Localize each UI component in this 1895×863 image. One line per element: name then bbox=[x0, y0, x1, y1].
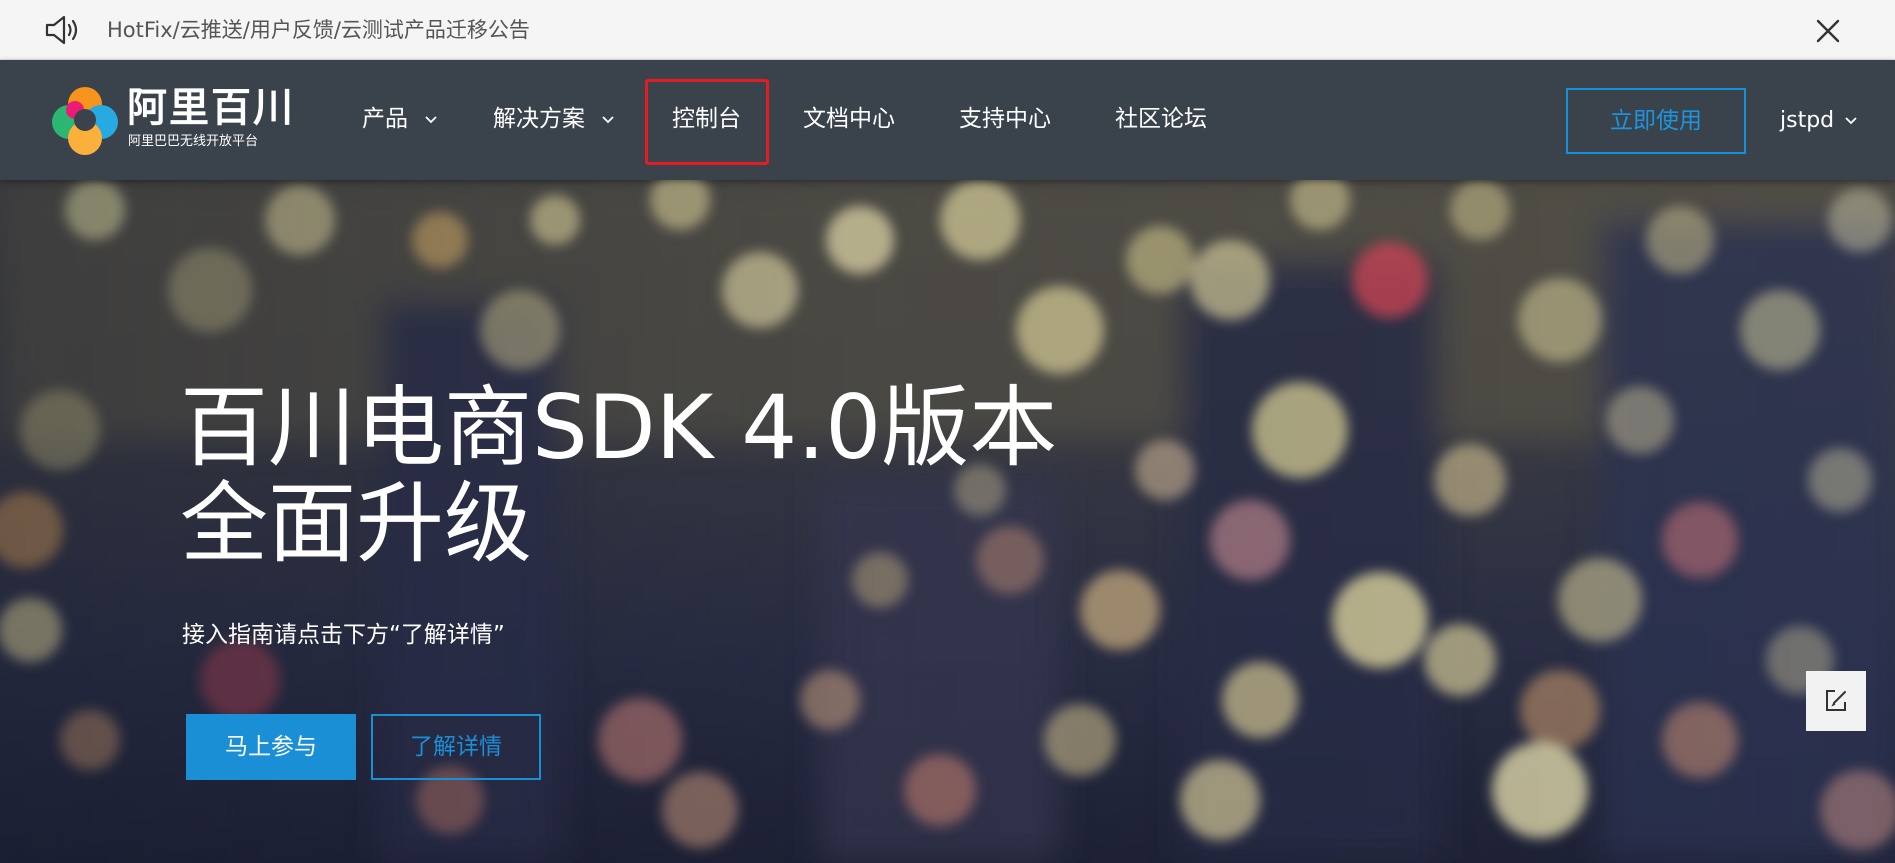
logo-mark-icon bbox=[52, 87, 118, 155]
nav-item-solutions[interactable]: 解决方案 bbox=[493, 102, 614, 136]
nav-item-label: 文档中心 bbox=[803, 106, 895, 132]
announcement-text[interactable]: HotFix/云推送/用户反馈/云测试产品迁移公告 bbox=[107, 17, 530, 43]
feedback-button[interactable] bbox=[1806, 671, 1866, 731]
hero-title: 百川电商SDK 4.0版本 全面升级 bbox=[180, 380, 1057, 572]
chevron-down-icon bbox=[425, 115, 437, 123]
nav-item-label: 产品 bbox=[362, 106, 408, 132]
nav-item-label: 支持中心 bbox=[959, 106, 1051, 132]
close-icon[interactable] bbox=[1815, 18, 1841, 44]
nav-item-products[interactable]: 产品 bbox=[362, 102, 437, 136]
hero-title-line-1: 百川电商SDK 4.0版本 bbox=[180, 376, 1058, 479]
hero-subtitle: 接入指南请点击下方“了解详情” bbox=[182, 622, 505, 648]
chevron-down-icon bbox=[602, 115, 614, 123]
speaker-icon bbox=[45, 15, 78, 45]
nav-item-docs[interactable]: 文档中心 bbox=[803, 102, 895, 136]
user-menu[interactable]: jstpd bbox=[1780, 104, 1857, 138]
hero-banner: 百川电商SDK 4.0版本 全面升级 接入指南请点击下方“了解详情” 马上参与 … bbox=[0, 180, 1895, 863]
brand-logo[interactable]: 阿里百川 阿里巴巴无线开放平台 bbox=[47, 82, 293, 158]
user-name: jstpd bbox=[1780, 108, 1835, 133]
nav-item-label: 解决方案 bbox=[493, 106, 585, 132]
nav-item-support[interactable]: 支持中心 bbox=[959, 102, 1051, 136]
join-now-button[interactable]: 马上参与 bbox=[186, 714, 356, 780]
learn-more-button[interactable]: 了解详情 bbox=[371, 714, 541, 780]
announcement-bar: HotFix/云推送/用户反馈/云测试产品迁移公告 bbox=[0, 0, 1895, 60]
edit-feedback-icon bbox=[1826, 690, 1846, 711]
use-now-button[interactable]: 立即使用 bbox=[1566, 88, 1746, 154]
nav-item-label: 社区论坛 bbox=[1115, 106, 1207, 132]
logo-name: 阿里百川 bbox=[127, 85, 295, 131]
chevron-down-icon bbox=[1845, 117, 1857, 125]
hero-title-line-2: 全面升级 bbox=[180, 472, 533, 575]
console-highlight-frame bbox=[645, 79, 769, 165]
nav-item-forum[interactable]: 社区论坛 bbox=[1115, 102, 1207, 136]
logo-subtitle: 阿里巴巴无线开放平台 bbox=[128, 134, 259, 149]
